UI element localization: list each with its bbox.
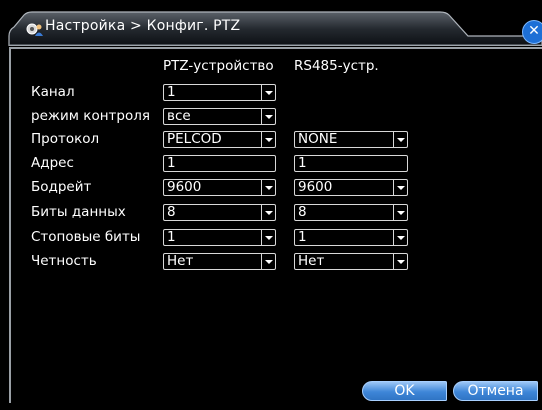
rs485-protocol-value: NONE bbox=[298, 131, 338, 147]
ptz-parity-value: Нет bbox=[167, 253, 194, 269]
gear-user-icon bbox=[26, 21, 44, 37]
rs485-stop-bits-select[interactable]: 1 bbox=[294, 229, 408, 246]
ptz-data-bits-value: 8 bbox=[167, 204, 176, 220]
ptz-stop-bits-select[interactable]: 1 bbox=[163, 229, 276, 246]
label-channel: Канал bbox=[31, 84, 75, 100]
rs485-data-bits-select[interactable]: 8 bbox=[294, 204, 408, 221]
ptz-baudrate-value: 9600 bbox=[167, 179, 202, 195]
label-baudrate: Бодрейт bbox=[31, 179, 92, 195]
rs485-data-bits-value: 8 bbox=[298, 204, 307, 220]
column-header-rs485-device: RS485-устр. bbox=[294, 58, 379, 74]
rs485-address-input[interactable]: 1 bbox=[294, 155, 408, 172]
content-panel bbox=[9, 47, 542, 403]
chevron-down-icon bbox=[393, 132, 407, 147]
label-address: Адрес bbox=[31, 155, 74, 171]
cancel-button[interactable]: Отмена bbox=[453, 381, 538, 401]
chevron-down-icon bbox=[393, 205, 407, 220]
ptz-protocol-value: PELCOD bbox=[167, 131, 222, 147]
ok-button[interactable]: OK bbox=[362, 381, 447, 401]
chevron-down-icon bbox=[261, 254, 275, 269]
label-control-mode: режим контроля bbox=[31, 108, 150, 124]
channel-select[interactable]: 1 bbox=[163, 84, 276, 101]
window-title: Настройка > Конфиг. PTZ bbox=[45, 18, 241, 34]
ptz-baudrate-select[interactable]: 9600 bbox=[163, 179, 276, 196]
chevron-down-icon bbox=[261, 132, 275, 147]
label-protocol: Протокол bbox=[31, 131, 100, 147]
label-parity: Четность bbox=[31, 253, 97, 269]
rs485-baudrate-select[interactable]: 9600 bbox=[294, 179, 408, 196]
chevron-down-icon bbox=[261, 180, 275, 195]
rs485-protocol-select[interactable]: NONE bbox=[294, 131, 408, 148]
rs485-baudrate-value: 9600 bbox=[298, 179, 333, 195]
ptz-address-value: 1 bbox=[167, 155, 176, 171]
title-bar: Настройка > Конфиг. PTZ ✕ bbox=[0, 0, 542, 46]
chevron-down-icon bbox=[393, 230, 407, 245]
ptz-data-bits-select[interactable]: 8 bbox=[163, 204, 276, 221]
column-header-ptz-device: PTZ-устройство bbox=[163, 58, 274, 74]
rs485-address-value: 1 bbox=[298, 155, 307, 171]
control-mode-value: все bbox=[167, 108, 191, 124]
ptz-parity-select[interactable]: Нет bbox=[163, 253, 276, 270]
rs485-stop-bits-value: 1 bbox=[298, 229, 307, 245]
ptz-config-dialog: Настройка > Конфиг. PTZ ✕ PTZ-устройство… bbox=[0, 0, 542, 410]
ptz-stop-bits-value: 1 bbox=[167, 229, 176, 245]
rs485-parity-value: Нет bbox=[298, 253, 325, 269]
chevron-down-icon bbox=[261, 230, 275, 245]
channel-value: 1 bbox=[167, 84, 176, 100]
control-mode-select[interactable]: все bbox=[163, 108, 276, 125]
chevron-down-icon bbox=[261, 109, 275, 124]
close-icon[interactable]: ✕ bbox=[522, 20, 542, 44]
chevron-down-icon bbox=[261, 205, 275, 220]
chevron-down-icon bbox=[261, 85, 275, 100]
rs485-parity-select[interactable]: Нет bbox=[294, 253, 408, 270]
label-data-bits: Биты данных bbox=[31, 204, 126, 220]
ptz-protocol-select[interactable]: PELCOD bbox=[163, 131, 276, 148]
chevron-down-icon bbox=[393, 180, 407, 195]
label-stop-bits: Стоповые биты bbox=[31, 229, 141, 245]
chevron-down-icon bbox=[393, 254, 407, 269]
ptz-address-input[interactable]: 1 bbox=[163, 155, 276, 172]
